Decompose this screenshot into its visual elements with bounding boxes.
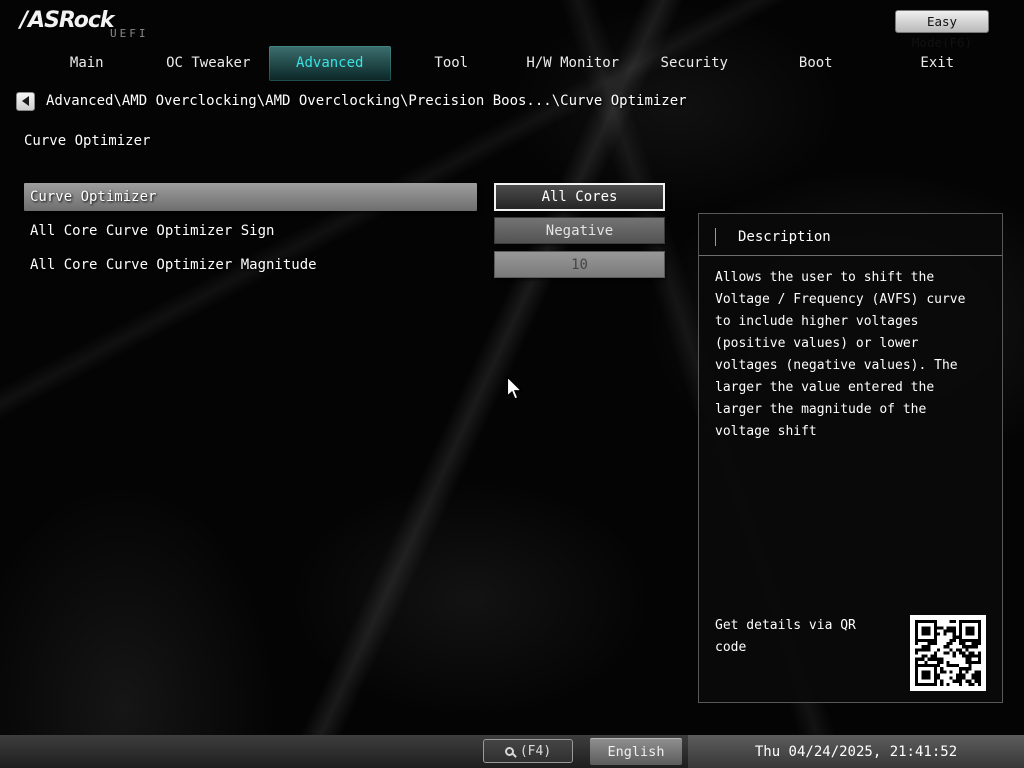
main-menu-tabs: Main OC Tweaker Advanced Tool H/W Monito… xyxy=(26,46,998,81)
setting-label-optimizer-magnitude[interactable]: All Core Curve Optimizer Magnitude xyxy=(24,251,477,279)
setting-label-optimizer-sign[interactable]: All Core Curve Optimizer Sign xyxy=(24,217,477,245)
uefi-screen: ASRock UEFI Easy Mode(F6) Main OC Tweake… xyxy=(0,0,1024,768)
settings-list: Curve Optimizer All Cores All Core Curve… xyxy=(24,183,666,285)
search-button[interactable]: (F4) xyxy=(483,739,573,763)
tab-oc-tweaker[interactable]: OC Tweaker xyxy=(148,46,270,81)
setting-row: Curve Optimizer All Cores xyxy=(24,183,666,211)
qr-label: Get details via QR code xyxy=(715,615,883,659)
description-panel: Description Allows the user to shift the… xyxy=(698,213,1003,703)
qr-code xyxy=(910,615,986,691)
setting-label-curve-optimizer[interactable]: Curve Optimizer xyxy=(24,183,477,211)
tab-exit[interactable]: Exit xyxy=(877,46,999,81)
description-tick xyxy=(715,228,716,246)
back-button[interactable] xyxy=(16,92,35,111)
tab-security[interactable]: Security xyxy=(634,46,756,81)
tab-boot[interactable]: Boot xyxy=(755,46,877,81)
optimizer-magnitude-input[interactable]: 10 xyxy=(494,251,665,278)
asrock-logo: ASRock xyxy=(20,8,114,33)
tab-advanced[interactable]: Advanced xyxy=(269,46,391,81)
mouse-cursor xyxy=(507,377,523,405)
tab-hw-monitor[interactable]: H/W Monitor xyxy=(512,46,634,81)
datetime: Thu 04/24/2025, 21:41:52 xyxy=(755,744,957,760)
tab-main[interactable]: Main xyxy=(26,46,148,81)
optimizer-sign-select[interactable]: Negative xyxy=(494,217,665,244)
curve-optimizer-select[interactable]: All Cores xyxy=(494,183,665,211)
qr-section: Get details via QR code xyxy=(715,615,986,691)
description-text: Allows the user to shift the Voltage / F… xyxy=(699,256,1002,443)
easy-mode-button[interactable]: Easy Mode(F6) xyxy=(895,10,989,33)
setting-row: All Core Curve Optimizer Magnitude 10 xyxy=(24,251,666,279)
page-title: Curve Optimizer xyxy=(24,133,150,149)
search-icon xyxy=(505,747,514,756)
language-button[interactable]: English xyxy=(590,738,682,765)
status-bar: Thu 04/24/2025, 21:41:52 (F4) English xyxy=(0,735,1024,768)
description-title-row: Description xyxy=(699,214,1002,256)
description-title: Description xyxy=(738,229,831,245)
uefi-logo-sub: UEFI xyxy=(110,27,149,40)
breadcrumb-row: Advanced\AMD Overclocking\AMD Overclocki… xyxy=(16,91,687,111)
tab-tool[interactable]: Tool xyxy=(391,46,513,81)
breadcrumb: Advanced\AMD Overclocking\AMD Overclocki… xyxy=(46,93,687,109)
datetime-strip: Thu 04/24/2025, 21:41:52 xyxy=(688,735,1024,768)
search-hotkey-label: (F4) xyxy=(520,744,551,759)
setting-row: All Core Curve Optimizer Sign Negative xyxy=(24,217,666,245)
back-arrow-icon xyxy=(22,96,29,106)
